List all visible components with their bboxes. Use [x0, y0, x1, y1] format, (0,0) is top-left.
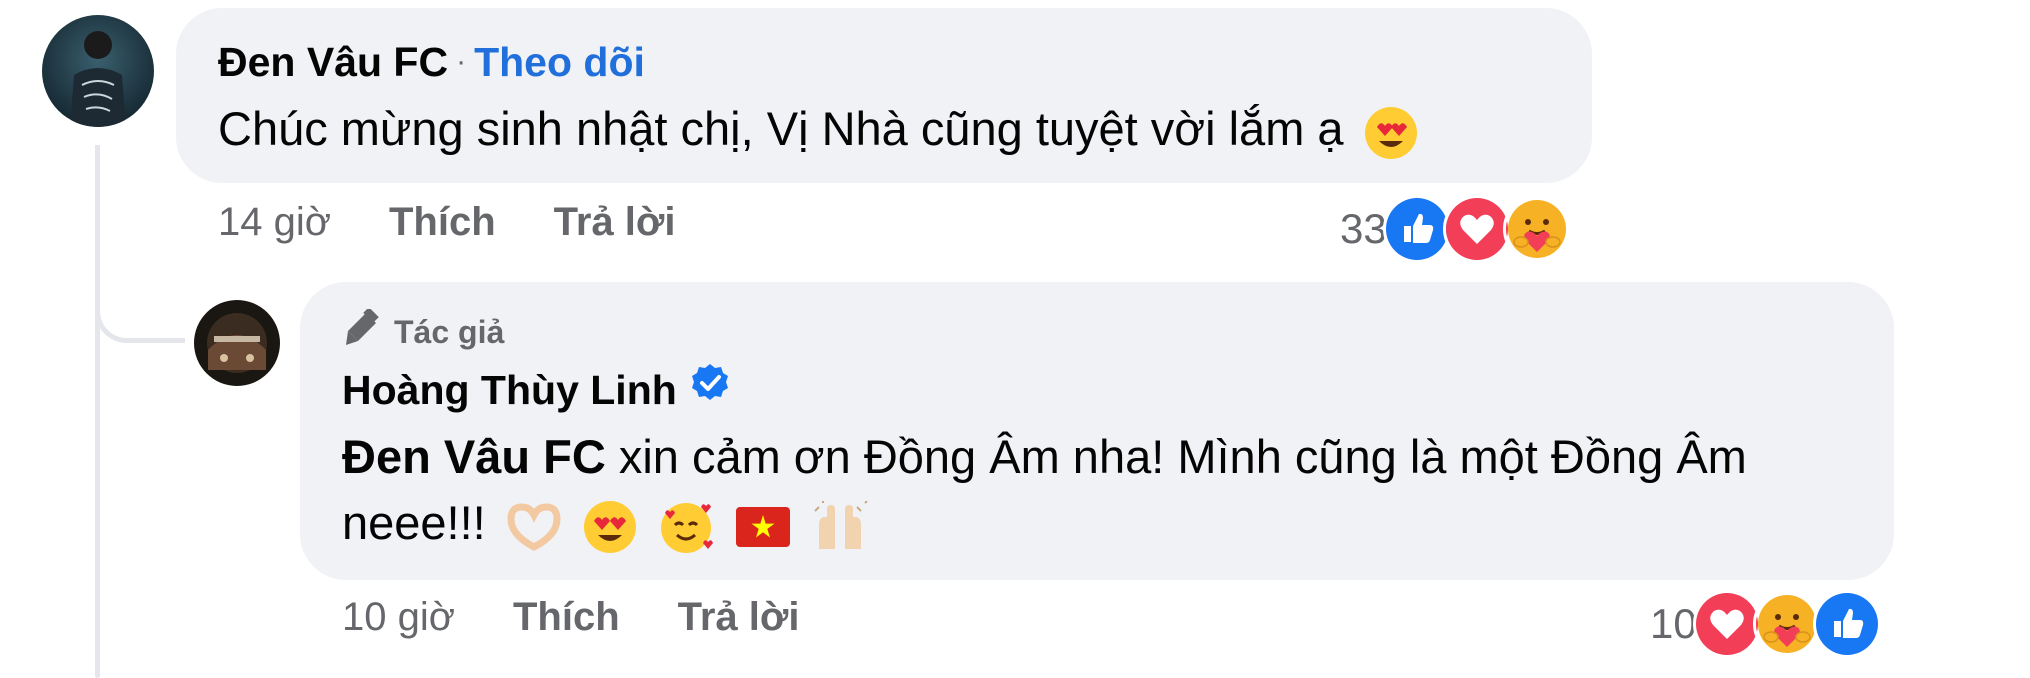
- pen-icon: [342, 307, 380, 355]
- like-button[interactable]: Thích: [513, 595, 620, 640]
- reply-author[interactable]: Hoàng Thùy Linh: [342, 362, 677, 418]
- author-badge-label: Tác giả: [394, 313, 505, 350]
- comment-text-body: Chúc mừng sinh nhật chị, Vị Nhà cũng tuy…: [218, 102, 1344, 155]
- vietnam-flag-emoji: [734, 505, 792, 549]
- reply-time[interactable]: 10 giờ: [342, 595, 455, 640]
- avatar[interactable]: [42, 15, 154, 127]
- reply-bubble: Tác giả Hoàng Thùy Linh Đen Vâu FC xin c…: [300, 282, 1894, 580]
- love-icon: [1442, 195, 1511, 263]
- comment-author[interactable]: Đen Vâu FC: [218, 38, 448, 86]
- reaction-count: 10: [1650, 600, 1697, 647]
- follow-button[interactable]: Theo dõi: [474, 38, 645, 86]
- reaction-summary[interactable]: 33: [1340, 195, 1571, 263]
- love-icon: [1692, 590, 1761, 658]
- reply-connector: [95, 145, 185, 343]
- like-icon: [1812, 590, 1881, 658]
- comment-text: Chúc mừng sinh nhật chị, Vị Nhà cũng tuy…: [218, 96, 1552, 162]
- care-icon: [1502, 195, 1571, 263]
- comment-bubble: Đen Vâu FC · Theo dõi Chúc mừng sinh nhậ…: [176, 8, 1592, 183]
- care-icon: [1752, 590, 1821, 658]
- heart-eyes-emoji: [582, 499, 638, 555]
- reply-actions: 10 giờ Thích Trả lời: [342, 595, 857, 640]
- comment-time[interactable]: 14 giờ: [218, 200, 331, 245]
- like-icon: [1382, 195, 1451, 263]
- reply-text: Đen Vâu FC xin cảm ơn Đồng Âm nha! Mình …: [342, 424, 1852, 556]
- reply-button[interactable]: Trả lời: [678, 595, 800, 640]
- separator-dot: ·: [456, 45, 467, 78]
- smiling-hearts-emoji: [657, 499, 715, 555]
- comment-actions: 14 giờ Thích Trả lời: [218, 200, 733, 245]
- reaction-count: 33: [1340, 205, 1387, 252]
- reaction-summary[interactable]: 10: [1650, 590, 1881, 658]
- reply-button[interactable]: Trả lời: [554, 200, 676, 245]
- verified-badge-icon: [689, 362, 731, 418]
- heart-eyes-emoji: [1363, 105, 1419, 161]
- heart-hands-emoji: [505, 501, 563, 553]
- avatar[interactable]: [194, 300, 280, 386]
- like-button[interactable]: Thích: [389, 200, 496, 245]
- author-badge: Tác giả: [342, 307, 1854, 356]
- mention-link[interactable]: Đen Vâu FC: [342, 430, 606, 483]
- raising-hands-emoji: [811, 500, 869, 553]
